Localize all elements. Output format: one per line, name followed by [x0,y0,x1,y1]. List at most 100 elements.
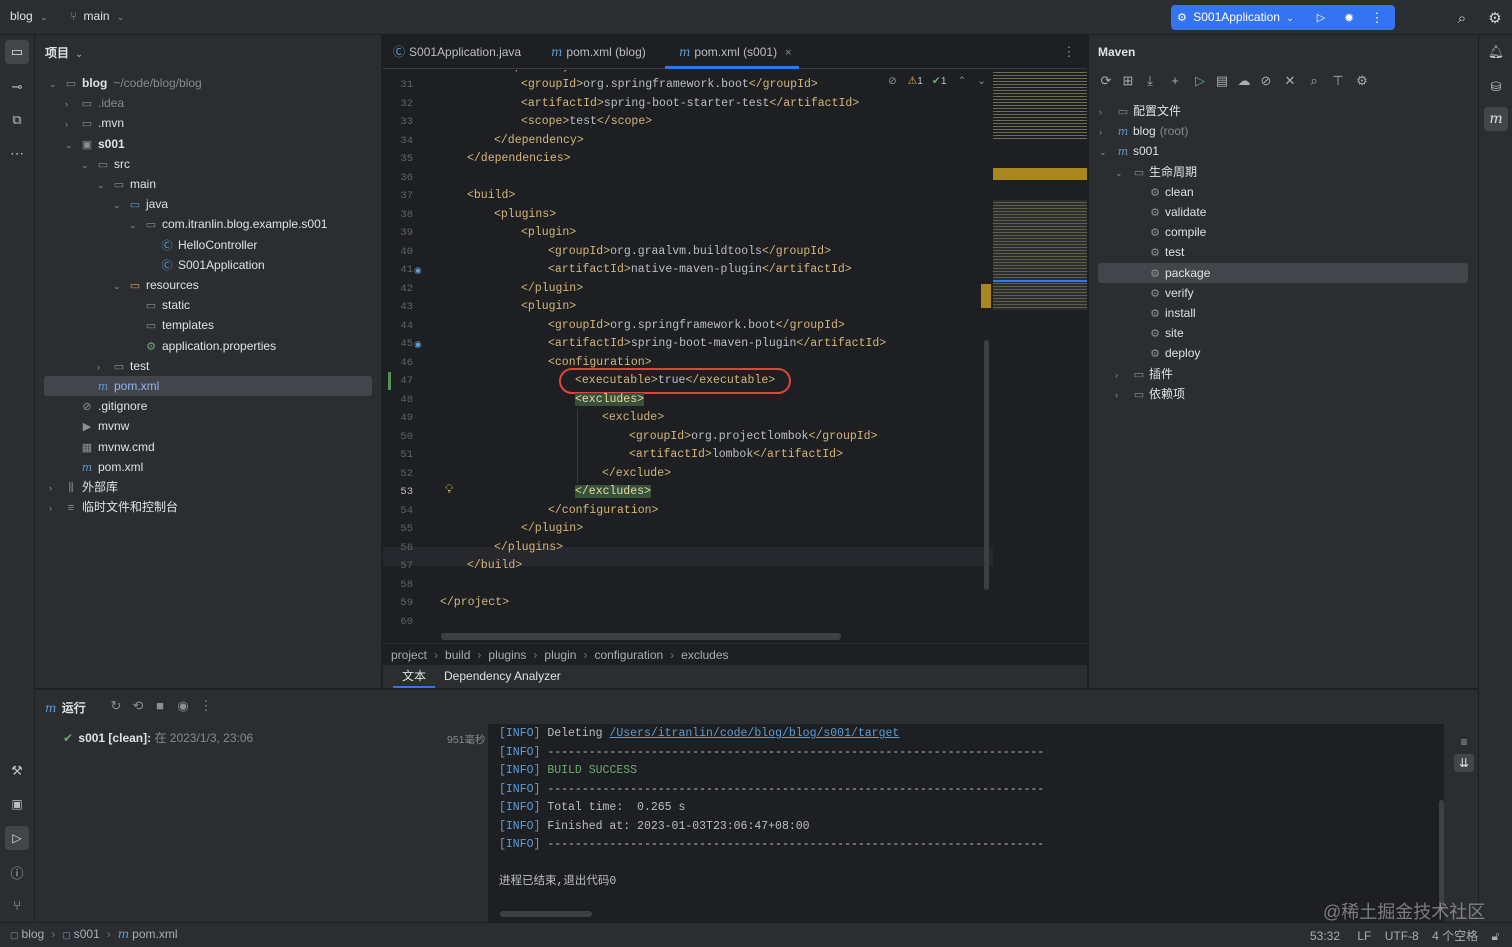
more-horizontal-icon[interactable]: ⋯ [5,141,29,165]
scroll-to-end-icon[interactable]: ⇊ [1454,754,1474,772]
maven-tree-item[interactable]: ⚙ compile [1131,222,1206,242]
chevron-right-icon[interactable]: › [1099,122,1115,142]
chevron-right-icon[interactable]: › [49,478,63,498]
tree-item[interactable]: ⌄ ▭ resources [113,275,199,295]
project-panel-header[interactable]: 项目 ⌄ [45,44,83,61]
breadcrumb-item[interactable]: configuration [594,648,663,662]
commit-icon[interactable]: ⊸ [5,75,29,99]
console-link[interactable]: /Users/itranlin/code/blog/blog/s001/targ… [609,727,899,740]
analyze-icon[interactable]: ⌕ [1303,73,1325,89]
stop-icon[interactable]: ■ [149,698,171,713]
console-scrollbar[interactable] [500,911,592,917]
line-separator[interactable]: LF [1357,929,1371,943]
debug-icon[interactable]: ✹ [1339,8,1359,27]
reload-icon[interactable]: ⟳ [1095,73,1117,89]
run-config-selector[interactable]: ⚙ S001Application ⌄ [1177,5,1294,30]
branch-switcher[interactable]: ⑂ main ⌄ [70,9,124,23]
add-icon[interactable]: + [1161,73,1189,88]
caret-position[interactable]: 53:32 [1310,929,1340,943]
rerun-icon[interactable]: ↻ [105,698,127,714]
chevron-down-icon[interactable]: ⌄ [65,135,79,155]
tree-item[interactable]: ⌄ ▭ com.itranlin.blog.example.s001 [129,214,327,234]
tree-item[interactable]: ▶ mvnw [65,416,130,436]
download-icon[interactable]: ⤓ [1139,73,1161,89]
breadcrumb-item[interactable]: project [391,648,427,662]
tree-item[interactable]: m pom.xml [65,457,144,477]
maven-tree-item[interactable]: ⚙ site [1131,323,1184,343]
chevron-down-icon[interactable]: ⌄ [113,276,127,296]
search-icon[interactable]: ⌕ [1452,8,1472,28]
chevron-right-icon[interactable]: › [65,94,79,114]
more-vertical-icon[interactable]: ⋮ [1369,8,1385,27]
chevron-down-icon[interactable]: ⌄ [1099,142,1115,162]
project-folder-icon[interactable]: ▭ [5,40,29,64]
database-icon[interactable]: ⛁ [1484,75,1508,99]
maven-tree-item[interactable]: › ▭ 插件 [1115,364,1173,384]
collapse-icon[interactable]: ✕ [1277,73,1303,89]
tree-item[interactable]: ▭ static [129,295,190,315]
more-vertical-icon[interactable]: ⋮ [195,698,217,714]
breadcrumb-item[interactable]: excludes [681,648,728,662]
show-diagram-icon[interactable]: ⊤ [1325,73,1351,89]
tree-item[interactable]: ⌄ ▣ s001 [65,134,125,154]
chevron-down-icon[interactable]: ⌄ [81,155,95,175]
editor-tab[interactable]: Ⓒ S001Application.java [393,35,521,69]
tree-item[interactable]: › ▭ test [97,356,149,376]
maven-tree-item[interactable]: ⚙ install [1131,303,1196,323]
tree-item[interactable]: › ≡ 临时文件和控制台 [49,497,178,517]
breadcrumb-item[interactable]: plugin [544,648,576,662]
maven-tree-item[interactable]: ⚙ package [1131,263,1210,283]
tree-item[interactable]: Ⓒ S001Application [145,255,265,275]
chevron-right-icon[interactable]: › [65,114,79,134]
indent-setting[interactable]: 4 个空格 [1432,929,1478,943]
console-output[interactable]: [INFO] Deleting /Users/itranlin/code/blo… [488,724,1444,922]
maven-tree-item[interactable]: ⚙ clean [1131,182,1194,202]
console-vertical-scrollbar[interactable] [1439,800,1444,910]
maven-tree-item[interactable]: ⚙ deploy [1131,343,1200,363]
maven-tree-item[interactable]: ⚙ test [1131,242,1184,262]
tree-item[interactable]: Ⓒ HelloController [145,235,258,255]
status-crumb[interactable]: s001 [74,927,100,941]
chevron-down-icon[interactable]: ⌄ [49,74,63,94]
maven-tree-item[interactable]: › m blog (root) [1099,121,1188,141]
run-icon[interactable]: ▷ [1311,8,1331,27]
settings-gear-icon[interactable]: ⚙ [1351,73,1373,89]
maven-tree-item[interactable]: › ▭ 依赖项 [1115,384,1185,404]
chevron-right-icon[interactable]: › [1099,102,1115,122]
chevron-right-icon[interactable]: › [1115,365,1131,385]
maven-tree-item[interactable]: ⌄ ▭ 生命周期 [1115,162,1197,182]
chevron-down-icon[interactable]: ⌄ [1115,163,1131,183]
tree-item[interactable]: ▦ mvnw.cmd [65,437,155,457]
offline-icon[interactable]: ☁ [1233,73,1255,89]
code-viewport[interactable]: <dependency>31<groupId>org.springframewo… [383,70,993,640]
maven-tree-item[interactable]: ⌄ m s001 [1099,141,1159,161]
editor-bottom-tab[interactable]: 文本 [393,665,436,688]
maven-tree-item[interactable]: ⚙ validate [1131,202,1206,222]
lightbulb-icon[interactable]: 💡︎ [445,480,453,499]
vertical-scrollbar[interactable] [984,340,989,590]
tree-item[interactable]: ⚙ application.properties [129,336,276,356]
tree-item[interactable]: ▭ templates [129,315,214,335]
structure-icon[interactable]: ⧉ [5,108,29,132]
eye-icon[interactable]: ◉ [171,698,195,714]
breadcrumb-item[interactable]: build [445,648,470,662]
maven-tree-item[interactable]: › ▭ 配置文件 [1099,101,1181,121]
chevron-down-icon[interactable]: ⌄ [113,195,127,215]
tree-item[interactable]: › ▭ .mvn [65,113,124,133]
tree-item[interactable]: ⊘ .gitignore [65,396,147,416]
project-switcher[interactable]: blog ⌄ [10,9,48,23]
add-folder-icon[interactable]: ⊞ [1117,73,1139,89]
tree-item[interactable]: › ⫼ 外部库 [49,477,118,497]
settings-gear-icon[interactable]: ⚙ [1485,8,1505,28]
more-vertical-icon[interactable]: ⋮ [1061,43,1077,61]
maven-tool-icon[interactable]: m [1484,107,1508,131]
maven-gutter-icon[interactable]: ◉ [414,261,422,280]
breadcrumb-item[interactable]: plugins [488,648,526,662]
run-icon[interactable]: ▷ [1189,73,1211,89]
tree-item[interactable]: ⌄ ▭ main [97,174,156,194]
status-crumb[interactable]: blog [22,927,45,941]
chevron-down-icon[interactable]: ⌄ [129,215,143,235]
editor-bottom-tab[interactable]: Dependency Analyzer [435,665,570,688]
rerun-failed-icon[interactable]: ⟲ [127,698,149,714]
horizontal-scrollbar[interactable] [441,633,841,640]
